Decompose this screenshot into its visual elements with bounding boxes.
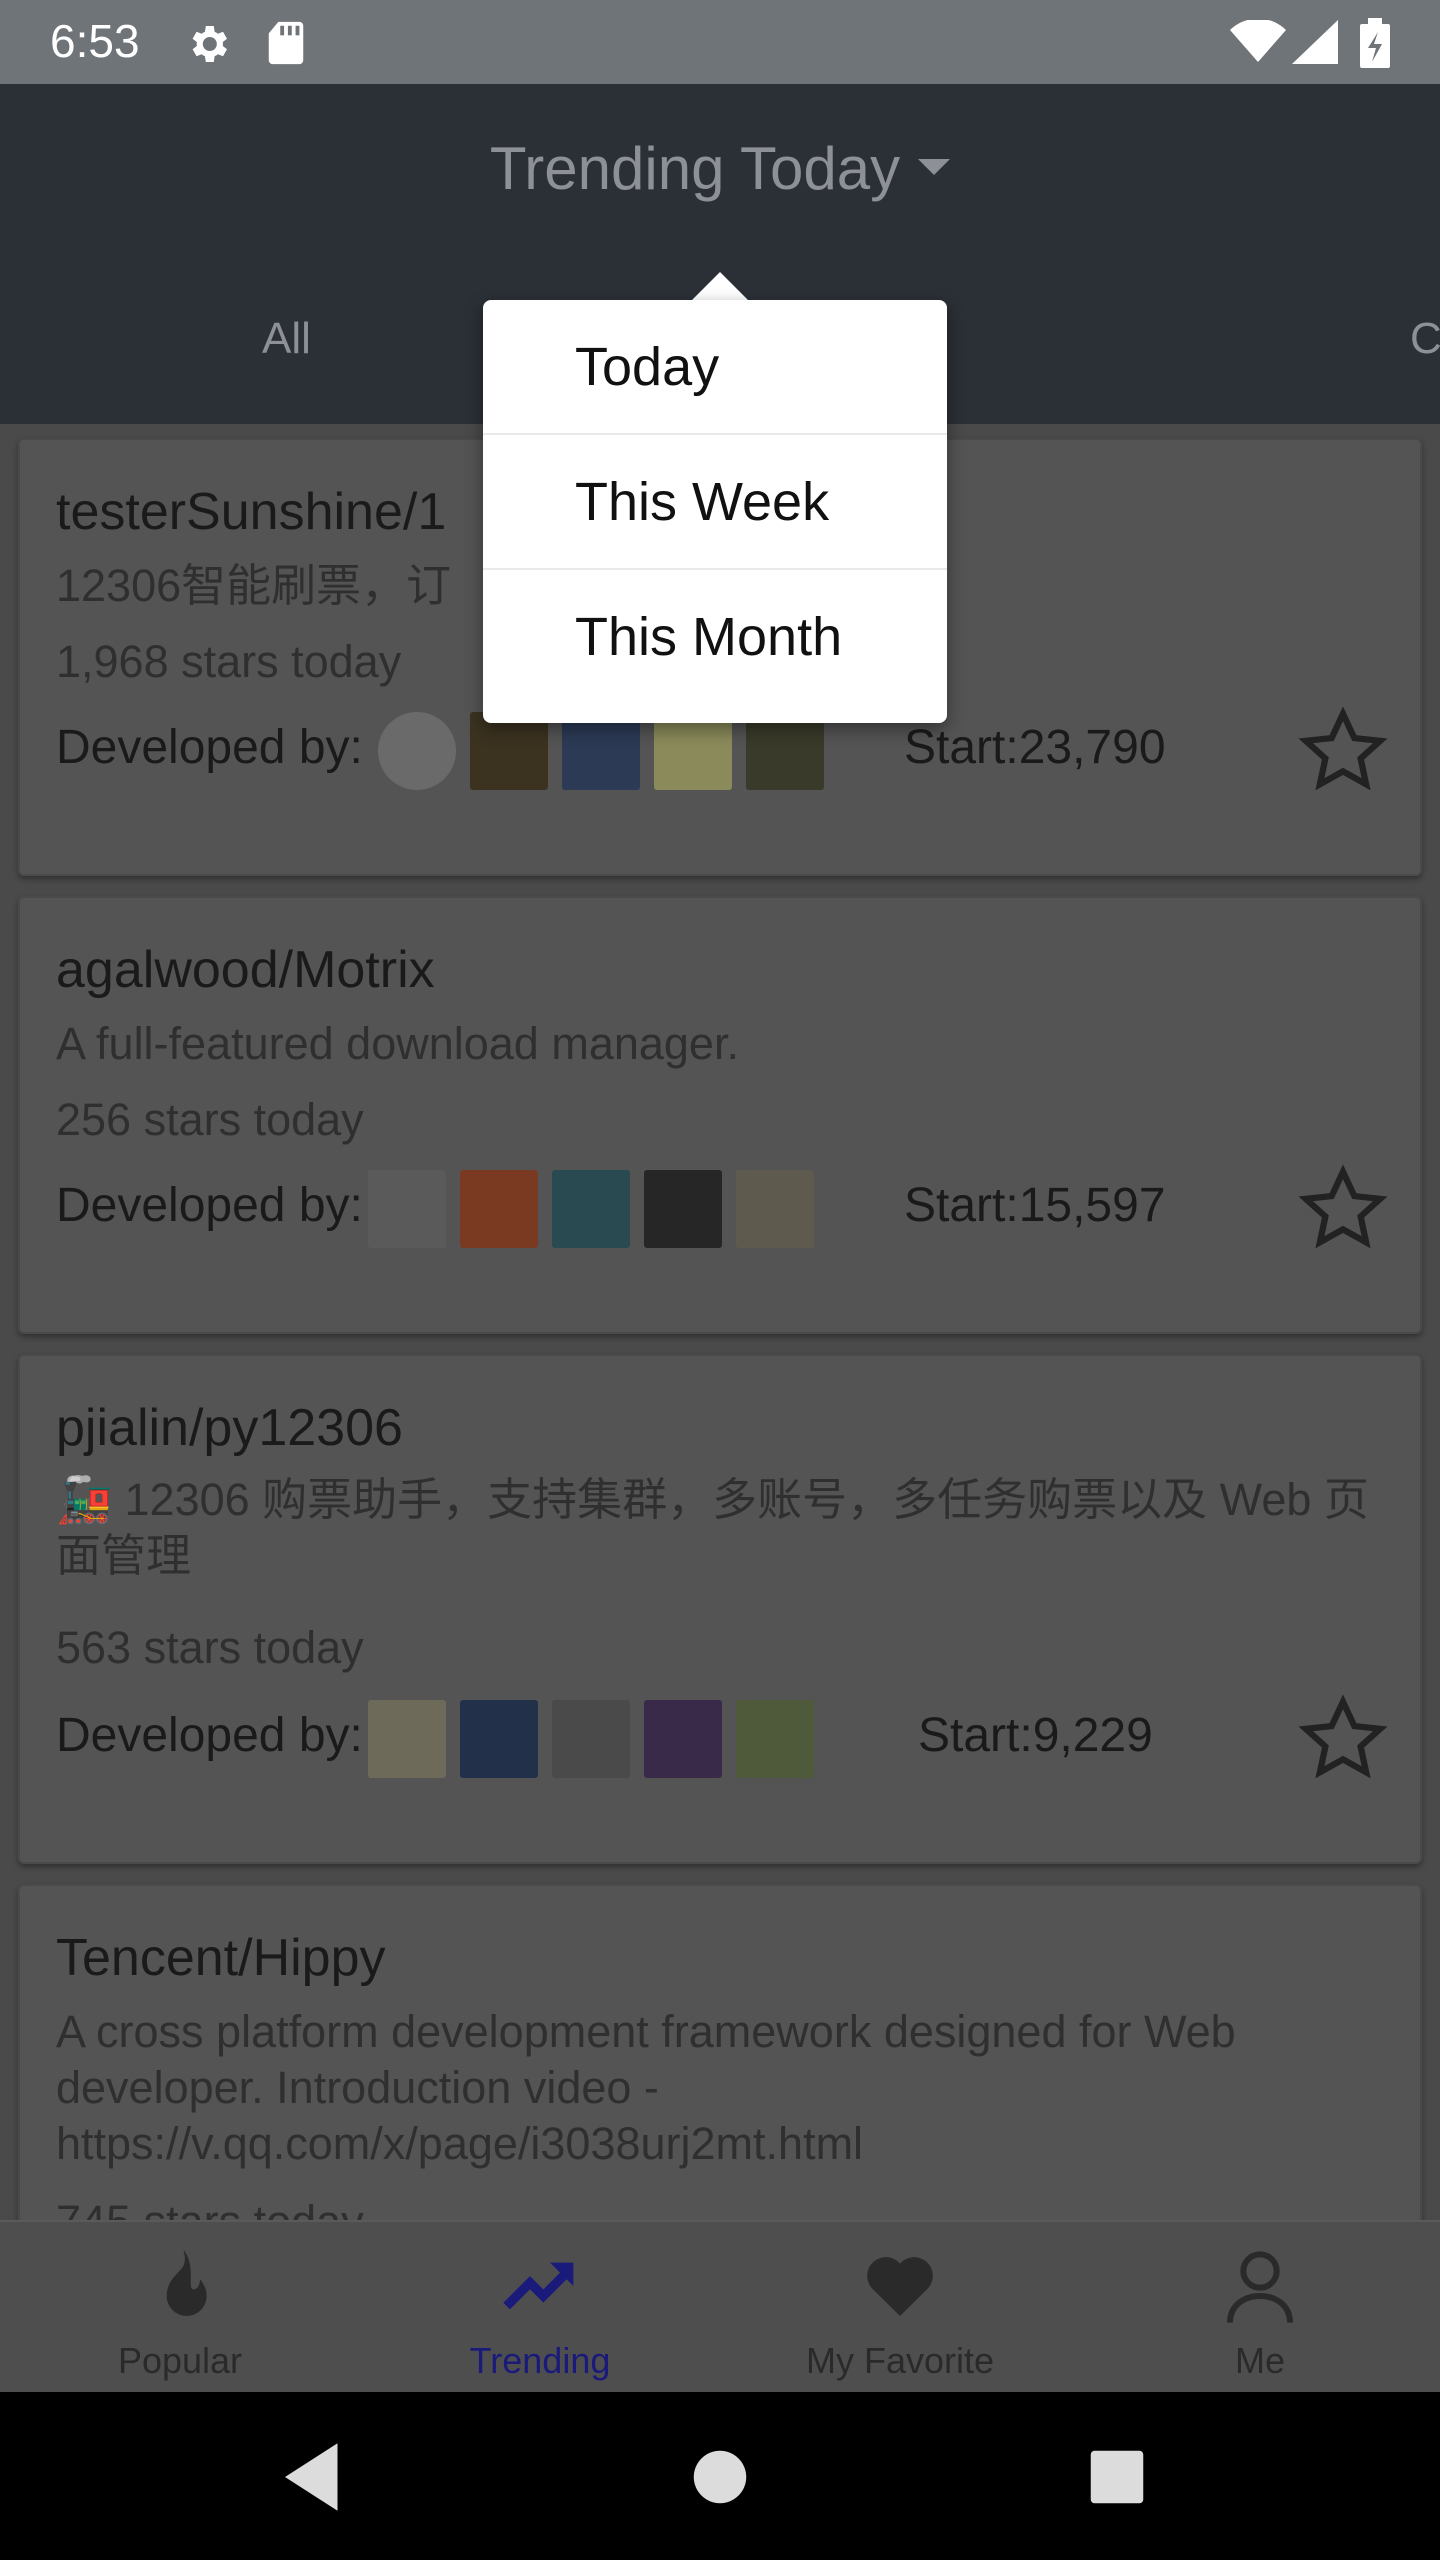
nav-me[interactable]: Me — [1080, 2222, 1440, 2394]
dropdown-caret-icon — [918, 159, 951, 176]
nav-label: Popular — [117, 2340, 243, 2381]
trending-period-selector[interactable]: Trending Today — [0, 134, 1440, 203]
nav-label: Trending — [469, 2340, 611, 2381]
trending-period-menu: Today This Week This Month — [483, 300, 947, 723]
avatar[interactable] — [746, 712, 824, 790]
avatar[interactable] — [552, 1700, 630, 1778]
status-time: 6:53 — [50, 15, 140, 67]
battery-icon — [1360, 18, 1390, 68]
popup-pointer — [692, 272, 748, 300]
star-count: Start:9,229 — [918, 1709, 1153, 1762]
flame-icon — [166, 2249, 207, 2316]
nav-popular[interactable]: Popular — [0, 2222, 360, 2394]
developed-by-label: Developed by: — [56, 1179, 363, 1232]
nav-trending[interactable]: Trending — [360, 2222, 720, 2394]
star-outline-icon[interactable] — [1296, 704, 1390, 798]
nav-label: My Favorite — [805, 2340, 995, 2381]
avatar[interactable] — [552, 1170, 630, 1248]
settings-icon — [192, 26, 227, 62]
repo-name: testerSunshine/1 — [56, 483, 447, 541]
contributor-avatars — [378, 712, 824, 790]
contributor-avatars — [368, 1700, 814, 1778]
wifi-icon — [1230, 20, 1286, 62]
stars-today: 563 stars today — [56, 1622, 364, 1673]
repo-card[interactable]: agalwood/Motrix A full-featured download… — [18, 896, 1422, 1334]
avatar[interactable] — [644, 1170, 722, 1248]
avatar[interactable] — [470, 712, 548, 790]
signal-icon — [1292, 20, 1338, 64]
tab-all[interactable]: All — [262, 314, 311, 364]
avatar[interactable] — [368, 1700, 446, 1778]
repo-description: A cross platform development framework d… — [56, 2006, 1236, 2169]
star-count: Start:23,790 — [904, 721, 1166, 774]
recents-icon[interactable] — [1072, 2432, 1162, 2522]
page-title: Trending Today — [489, 135, 901, 202]
avatar[interactable] — [368, 1170, 446, 1248]
developed-by-label: Developed by: — [56, 721, 363, 774]
repo-name: Tencent/Hippy — [56, 1929, 386, 1987]
heart-icon — [867, 2257, 933, 2316]
repo-name: agalwood/Motrix — [56, 941, 435, 999]
avatar[interactable] — [378, 712, 456, 790]
status-bar: 6:53 — [0, 0, 1440, 84]
star-count: Start:15,597 — [904, 1179, 1166, 1232]
home-icon[interactable] — [675, 2432, 765, 2522]
stars-today: 1,968 stars today — [56, 636, 402, 687]
nav-label: Me — [1234, 2340, 1285, 2381]
menu-item-this-week[interactable]: This Week — [483, 435, 947, 570]
repo-description: 🚂 12306 购票助手，支持集群，多账号，多任务购票以及 Web 页面管理 — [56, 1474, 1369, 1581]
tab-c[interactable]: C — [1410, 314, 1440, 364]
back-icon[interactable] — [270, 2432, 360, 2522]
stars-today: 256 stars today — [56, 1094, 364, 1145]
avatar[interactable] — [460, 1170, 538, 1248]
developed-by-label: Developed by: — [56, 1709, 363, 1762]
repo-card[interactable]: pjialin/py12306 🚂 12306 购票助手，支持集群，多账号，多任… — [18, 1354, 1422, 1864]
bottom-navigation: Popular Trending My Favorite Me — [0, 2220, 1440, 2392]
repo-description: A full-featured download manager. — [56, 1018, 739, 1069]
menu-item-this-month[interactable]: This Month — [483, 570, 947, 705]
avatar[interactable] — [460, 1700, 538, 1778]
menu-item-today[interactable]: Today — [483, 300, 947, 435]
avatar[interactable] — [562, 712, 640, 790]
trending-icon — [503, 2262, 574, 2310]
star-outline-icon[interactable] — [1296, 1162, 1390, 1256]
avatar[interactable] — [736, 1170, 814, 1248]
repo-name: pjialin/py12306 — [56, 1399, 403, 1457]
system-navigation-bar — [0, 2392, 1440, 2560]
star-outline-icon[interactable] — [1296, 1692, 1390, 1786]
stars-today: 745 stars today — [56, 2196, 364, 2220]
person-icon — [1227, 2251, 1293, 2323]
nav-my-favorite[interactable]: My Favorite — [720, 2222, 1080, 2394]
contributor-avatars — [368, 1170, 814, 1248]
sd-card-icon — [268, 21, 304, 65]
avatar[interactable] — [644, 1700, 722, 1778]
avatar[interactable] — [654, 712, 732, 790]
avatar[interactable] — [736, 1700, 814, 1778]
repo-card[interactable]: Tencent/Hippy A cross platform developme… — [18, 1884, 1422, 2220]
